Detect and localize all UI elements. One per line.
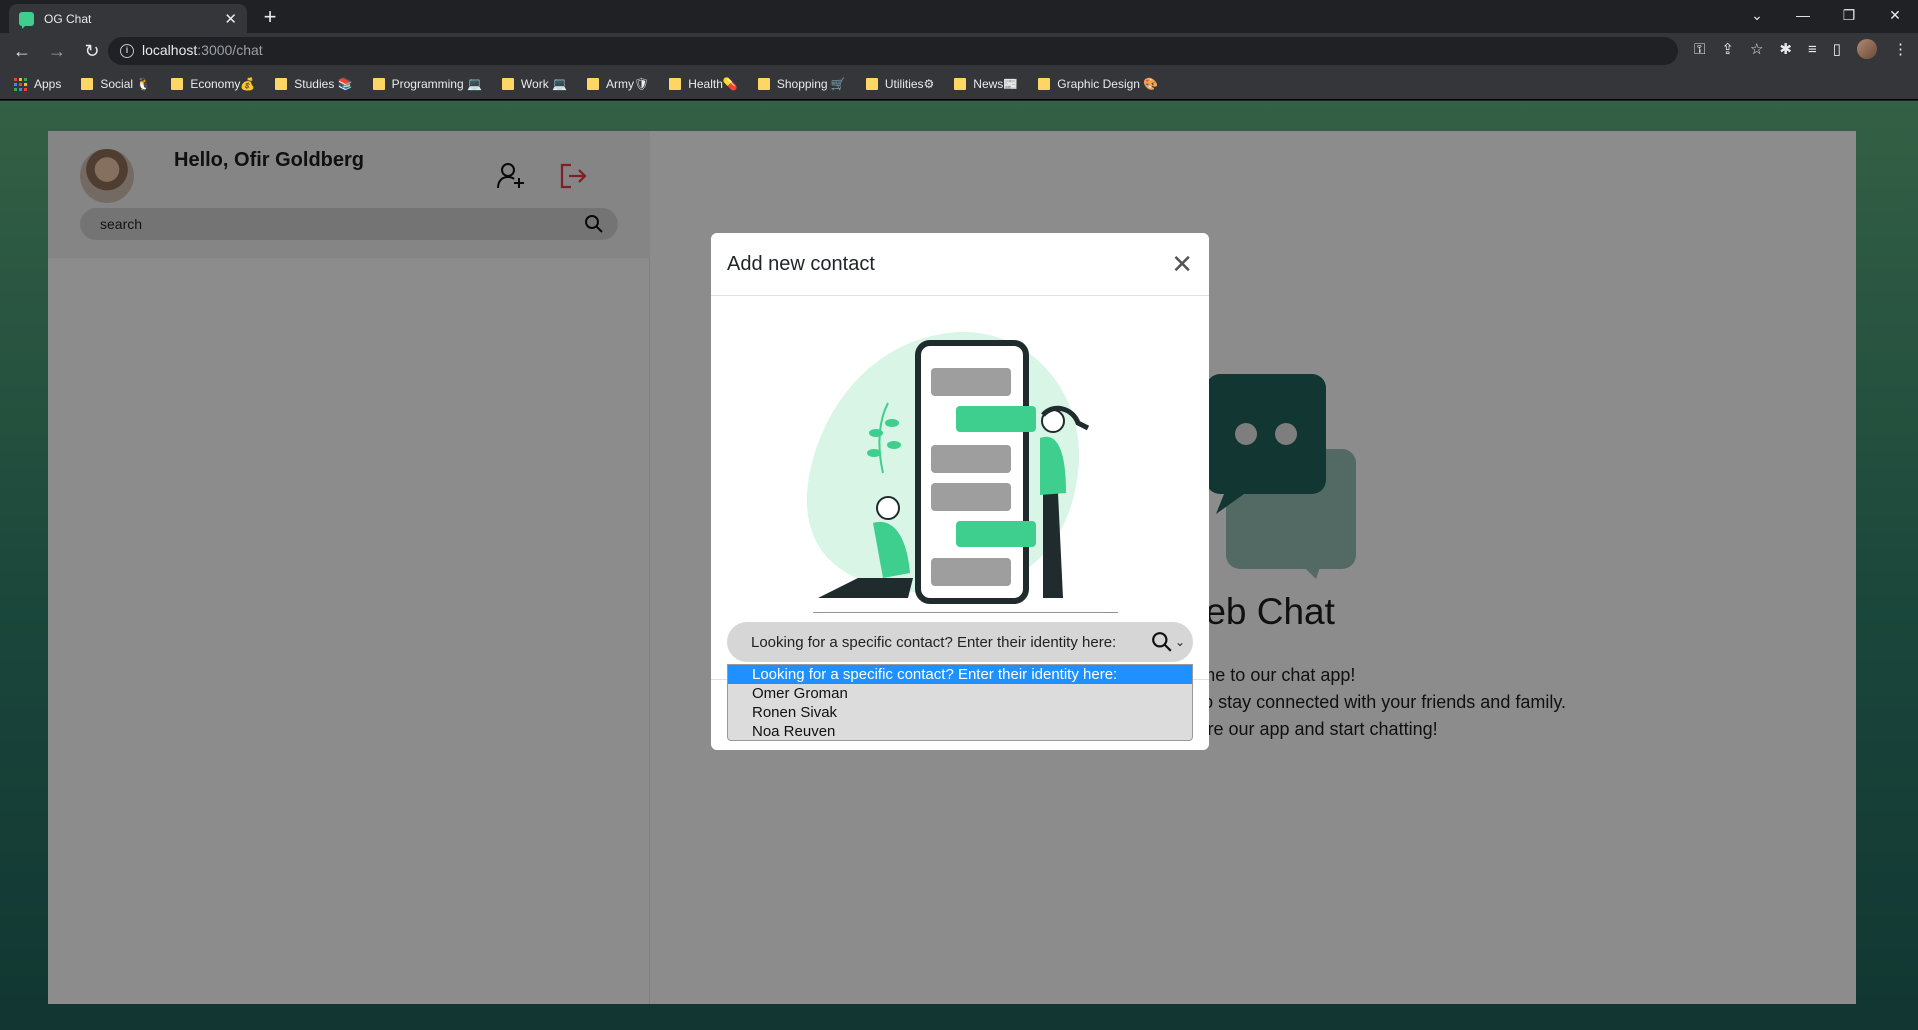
bookmark-label: Programming 💻: [391, 77, 482, 91]
bookmark-label: Social 🐧: [100, 77, 152, 91]
chat-favicon-icon: [19, 11, 34, 29]
tab-search-icon[interactable]: ⌄: [1734, 0, 1780, 30]
dropdown-option[interactable]: Looking for a specific contact? Enter th…: [728, 665, 1192, 684]
close-window-button[interactable]: ✕: [1872, 0, 1918, 30]
restore-button[interactable]: ❐: [1826, 0, 1872, 30]
bookmark-label: Graphic Design 🎨: [1057, 77, 1159, 91]
browser-toolbar: ← → ↻ i localhost:3000/chat: [0, 33, 1918, 69]
folder-icon: [372, 78, 385, 90]
bookmark-label: Army🛡: [605, 77, 650, 91]
bookmark-label: Studies 📚: [294, 77, 353, 91]
chat-illustration: [806, 332, 1118, 613]
star-icon[interactable]: ☆: [1750, 40, 1763, 58]
key-icon[interactable]: ⚿: [1694, 41, 1705, 58]
bookmark-folder[interactable]: Work 💻: [501, 77, 567, 91]
bookmark-folder[interactable]: Economy💰: [171, 77, 255, 91]
folder-icon: [171, 78, 184, 90]
folder-icon: [757, 78, 770, 90]
bookmark-folder[interactable]: Graphic Design 🎨: [1038, 77, 1158, 91]
folder-icon: [954, 78, 967, 90]
bookmark-folder[interactable]: Social 🐧: [81, 77, 151, 91]
modal-header: Add new contact ✕: [711, 233, 1209, 296]
close-icon[interactable]: ✕: [1171, 251, 1193, 277]
bookmark-folder[interactable]: Programming 💻: [372, 77, 482, 91]
bookmark-label: Apps: [34, 77, 62, 91]
dropdown-option[interactable]: Omer Groman: [728, 684, 1192, 703]
share-icon[interactable]: ⇪: [1721, 40, 1734, 58]
folder-icon: [669, 78, 682, 90]
tab-close-icon[interactable]: ✕: [224, 10, 237, 28]
tab-title: OG Chat: [44, 11, 92, 26]
reload-icon[interactable]: ↻: [79, 38, 105, 64]
bookmark-label: Utilities⚙: [884, 77, 935, 91]
folder-icon: [275, 78, 288, 90]
dropdown-option[interactable]: Noa Reuven: [728, 722, 1192, 740]
bookmark-label: Shopping 🛒: [776, 77, 846, 91]
media-icon[interactable]: ≡: [1808, 41, 1817, 58]
new-tab-button[interactable]: +: [258, 4, 282, 30]
bookmark-label: Work 💻: [520, 77, 567, 91]
url-host: localhost: [142, 42, 198, 58]
bookmark-label: News📰: [973, 77, 1019, 91]
browser-actions: ⚿ ⇪ ☆ ✱ ≡ ▯ ⋮: [1694, 39, 1908, 59]
chevron-down-icon: ⌄: [1174, 635, 1185, 649]
minimize-button[interactable]: —: [1780, 0, 1826, 30]
contact-select[interactable]: Looking for a specific contact? Enter th…: [727, 622, 1193, 662]
bookmark-folder[interactable]: Shopping 🛒: [757, 77, 846, 91]
address-bar[interactable]: i localhost:3000/chat: [108, 37, 1678, 65]
window-controls: ⌄ — ❐ ✕: [1734, 0, 1918, 30]
bookmark-folder[interactable]: Army🛡: [586, 77, 650, 91]
modal-title: Add new contact: [727, 252, 875, 275]
folder-icon: [586, 78, 599, 90]
side-panel-icon[interactable]: ▯: [1833, 40, 1841, 58]
folder-icon: [1038, 78, 1051, 90]
url-path: :3000/chat: [197, 42, 263, 58]
site-info-icon[interactable]: i: [120, 44, 134, 58]
back-icon[interactable]: ←: [9, 38, 35, 64]
menu-icon[interactable]: ⋮: [1893, 40, 1908, 58]
bookmark-folder[interactable]: News📰: [954, 77, 1018, 91]
bookmark-folder[interactable]: Health💊: [669, 77, 738, 91]
apps-grid-icon: [14, 77, 27, 91]
forward-icon[interactable]: →: [44, 38, 70, 64]
profile-avatar[interactable]: [1857, 39, 1877, 59]
page-background: Hello, Ofir Goldberg search Web Chat Wel…: [0, 101, 1918, 1030]
contact-dropdown-list: Looking for a specific contact? Enter th…: [727, 664, 1193, 741]
dropdown-option[interactable]: Ronen Sivak: [728, 703, 1192, 722]
bookmark-label: Economy💰: [190, 77, 256, 91]
search-icon: [1152, 632, 1172, 652]
bookmark-apps[interactable]: Apps: [14, 77, 61, 91]
browser-tab-bar: OG Chat ✕ + ⌄ — ❐ ✕: [0, 0, 1918, 33]
extensions-icon[interactable]: ✱: [1779, 40, 1792, 58]
bookmark-folder[interactable]: Utilities⚙: [865, 77, 935, 91]
folder-icon: [865, 78, 878, 90]
contact-select-value: Looking for a specific contact? Enter th…: [751, 633, 1117, 651]
bookmark-label: Health💊: [688, 77, 738, 91]
folder-icon: [81, 78, 94, 90]
folder-icon: [501, 78, 514, 90]
browser-tab[interactable]: OG Chat ✕: [9, 4, 247, 33]
bookmarks-bar: Apps Social 🐧 Economy💰 Studies 📚 Program…: [0, 69, 1918, 100]
bookmark-folder[interactable]: Studies 📚: [275, 77, 353, 91]
